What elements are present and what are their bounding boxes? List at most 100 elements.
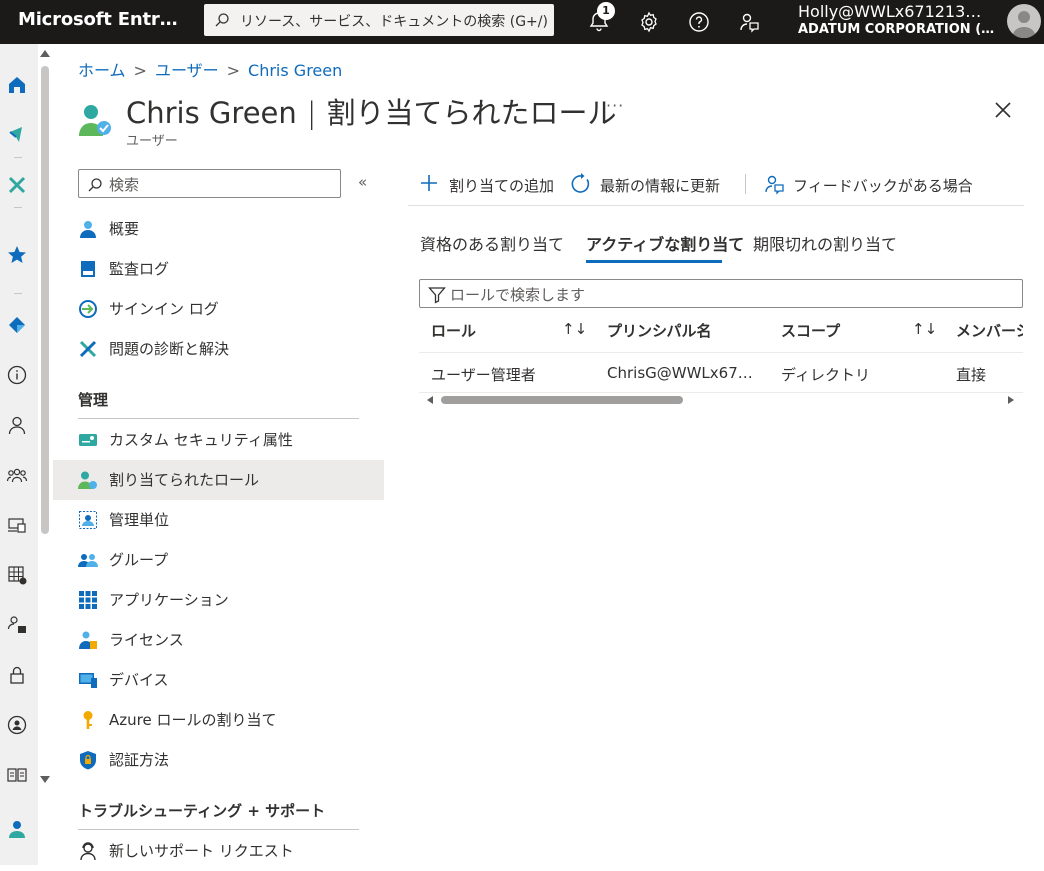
menu-item-groups[interactable]: グループ	[53, 540, 384, 580]
top-bar: Microsoft Entr… リソース、サービス、ドキュメントの検索 (G+/…	[0, 0, 1044, 44]
role-search-input[interactable]: ロールで検索します	[419, 279, 1023, 308]
notification-badge: 1	[597, 2, 615, 20]
rail-divider	[14, 293, 22, 294]
sort-icon[interactable]: ↑↓	[912, 320, 937, 338]
page-subtitle: ユーザー	[126, 134, 178, 149]
more-options-button[interactable]: ···	[606, 96, 624, 115]
info-icon[interactable]	[6, 364, 28, 386]
scroll-thumb[interactable]	[41, 66, 49, 534]
scroll-left-arrow[interactable]	[427, 396, 433, 404]
filter-icon	[428, 287, 446, 304]
account-org: ADATUM CORPORATION (…	[798, 22, 995, 37]
page-title: Chris Green | 割り当てられたロール	[126, 90, 617, 132]
menu-item-sign-in-logs[interactable]: サインイン ログ	[53, 289, 384, 329]
plus-icon	[421, 175, 437, 191]
devices-icon[interactable]	[6, 514, 28, 536]
brand-name[interactable]: Microsoft Entr…	[18, 9, 178, 30]
table-row[interactable]: ユーザー管理者 ChrisG@WWLx67… ディレクトリ 直接	[419, 352, 1023, 393]
global-search[interactable]: リソース、サービス、ドキュメントの検索 (G+/)	[204, 4, 554, 36]
column-header-principal-name[interactable]: プリンシパル名	[607, 320, 712, 341]
menu-item-label: カスタム セキュリティ属性	[109, 431, 293, 449]
whats-new-icon[interactable]	[6, 124, 28, 146]
title-separator: |	[306, 96, 317, 130]
tab-eligible-assignments[interactable]: 資格のある割り当て	[420, 231, 564, 255]
sort-icon[interactable]: ↑↓	[562, 320, 587, 338]
menu-item-authentication-methods[interactable]: 認証方法	[53, 740, 384, 780]
identity-governance-icon[interactable]	[6, 614, 28, 636]
menu-search-input[interactable]: 検索	[78, 169, 341, 198]
role-search-placeholder: ロールで検索します	[450, 286, 586, 304]
feedback-label: フィードバックがある場合	[793, 177, 973, 195]
applications-icon[interactable]	[6, 564, 28, 586]
refresh-button[interactable]: 最新の情報に更新	[570, 172, 730, 196]
menu-item-administrative-units[interactable]: 管理単位	[53, 500, 384, 540]
account-email: Holly@WWLx671213…	[798, 2, 982, 21]
scroll-up-arrow[interactable]	[40, 50, 50, 57]
account-info[interactable]: Holly@WWLx671213… ADATUM CORPORATION (…	[798, 2, 994, 37]
menu-item-applications[interactable]: アプリケーション	[53, 580, 384, 620]
cell-role[interactable]: ユーザー管理者	[431, 364, 536, 385]
collapse-menu-button[interactable]: «	[358, 173, 367, 191]
breadcrumb-separator: >	[133, 61, 147, 80]
diagnose-tools-icon[interactable]	[6, 174, 28, 196]
menu-section-manage: 管理	[78, 391, 109, 409]
feedback-button[interactable]: フィードバックがある場合	[763, 172, 973, 196]
scroll-down-arrow[interactable]	[40, 776, 50, 783]
scroll-thumb[interactable]	[441, 396, 683, 404]
menu-item-label: グループ	[109, 551, 169, 569]
page-title-section: 割り当てられたロール	[326, 96, 617, 130]
menu-item-azure-role-assignments[interactable]: Azure ロールの割り当て	[53, 700, 384, 740]
menu-item-overview[interactable]: 概要	[53, 209, 384, 249]
avatar-person-icon	[1013, 11, 1035, 38]
avatar[interactable]	[1007, 4, 1041, 38]
groups-icon[interactable]	[6, 464, 28, 486]
menu-item-new-support-request[interactable]: 新しいサポート リクエスト	[53, 831, 384, 871]
page-title-name: Chris Green	[126, 96, 297, 130]
cell-scope: ディレクトリ	[781, 366, 870, 384]
rail-divider	[14, 157, 22, 158]
home-icon[interactable]	[6, 74, 28, 96]
user-settings-icon[interactable]	[6, 818, 28, 840]
command-separator	[745, 174, 746, 194]
add-assignment-button[interactable]: 割り当ての追加	[419, 172, 559, 196]
scroll-right-arrow[interactable]	[1008, 396, 1014, 404]
menu-item-label: Azure ロールの割り当て	[109, 711, 277, 729]
feedback-icon[interactable]	[737, 10, 761, 34]
table-horizontal-scrollbar[interactable]	[419, 394, 1023, 406]
menu-item-label: サインイン ログ	[109, 300, 219, 318]
devices-icon	[79, 673, 97, 688]
learn-support-icon[interactable]	[6, 764, 28, 786]
role-assignments-table: ロール ↑↓ プリンシパル名 スコープ ↑↓ メンバーシップ ユーザー管理者 C…	[419, 310, 1023, 394]
favorites-star-icon[interactable]	[6, 244, 28, 266]
global-secure-access-icon[interactable]	[6, 714, 28, 736]
menu-item-audit-logs[interactable]: 監査ログ	[53, 249, 384, 289]
menu-item-licenses[interactable]: ライセンス	[53, 620, 384, 660]
menu-vertical-scrollbar[interactable]	[38, 44, 52, 792]
entra-id-icon[interactable]	[6, 314, 28, 336]
breadcrumb-users[interactable]: ユーザー	[155, 61, 219, 80]
lock-icon[interactable]	[6, 664, 28, 686]
user-icon[interactable]	[6, 414, 28, 436]
search-icon	[215, 13, 229, 27]
close-icon[interactable]	[994, 101, 1012, 119]
tab-expired-assignments[interactable]: 期限切れの割り当て	[753, 231, 897, 255]
menu-item-custom-security-attributes[interactable]: カスタム セキュリティ属性	[53, 420, 384, 460]
breadcrumb-user[interactable]: Chris Green	[248, 61, 342, 80]
menu-item-diagnose-solve[interactable]: 問題の診断と解決	[53, 329, 384, 369]
breadcrumb-home[interactable]: ホーム	[78, 61, 126, 80]
menu-item-assigned-roles[interactable]: 割り当てられたロール	[53, 460, 384, 500]
assigned-roles-icon	[78, 471, 97, 489]
settings-gear-icon[interactable]	[637, 10, 661, 34]
help-icon[interactable]	[687, 10, 711, 34]
refresh-label: 最新の情報に更新	[600, 177, 721, 195]
menu-search-placeholder: 検索	[109, 176, 140, 194]
support-icon	[80, 842, 96, 861]
rail-divider	[14, 207, 22, 208]
column-header-role[interactable]: ロール	[431, 320, 476, 341]
menu-item-label: 新しいサポート リクエスト	[109, 842, 294, 860]
menu-item-devices[interactable]: デバイス	[53, 660, 384, 700]
tab-active-assignments[interactable]: アクティブな割り当て	[586, 231, 744, 255]
column-header-scope[interactable]: スコープ	[781, 320, 840, 341]
column-header-membership[interactable]: メンバーシップ	[956, 320, 1023, 341]
search-icon	[88, 178, 102, 192]
